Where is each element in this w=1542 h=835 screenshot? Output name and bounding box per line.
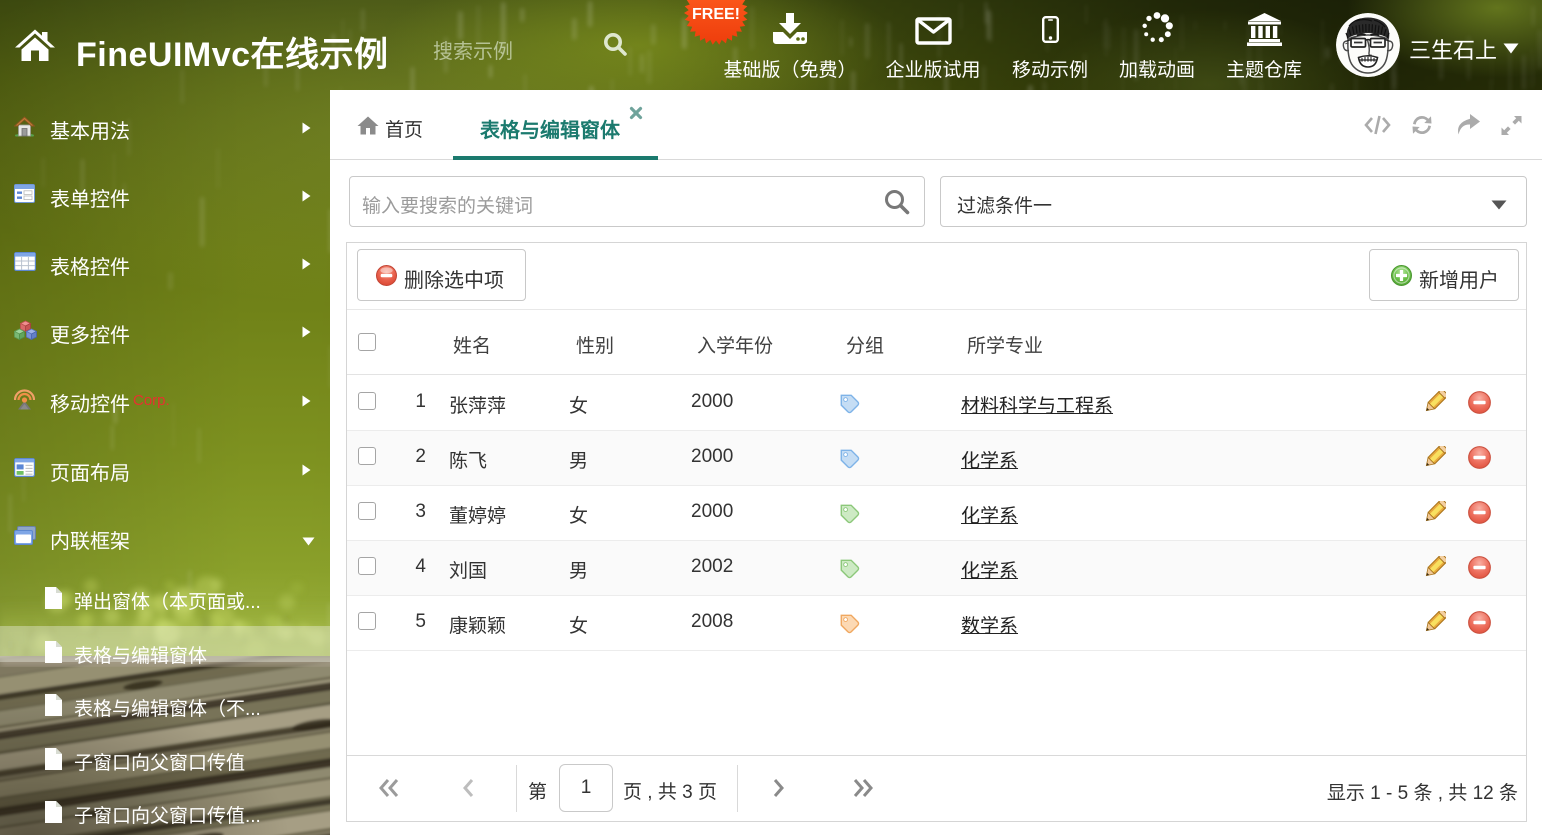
svg-text:FREE!: FREE! bbox=[692, 6, 740, 23]
